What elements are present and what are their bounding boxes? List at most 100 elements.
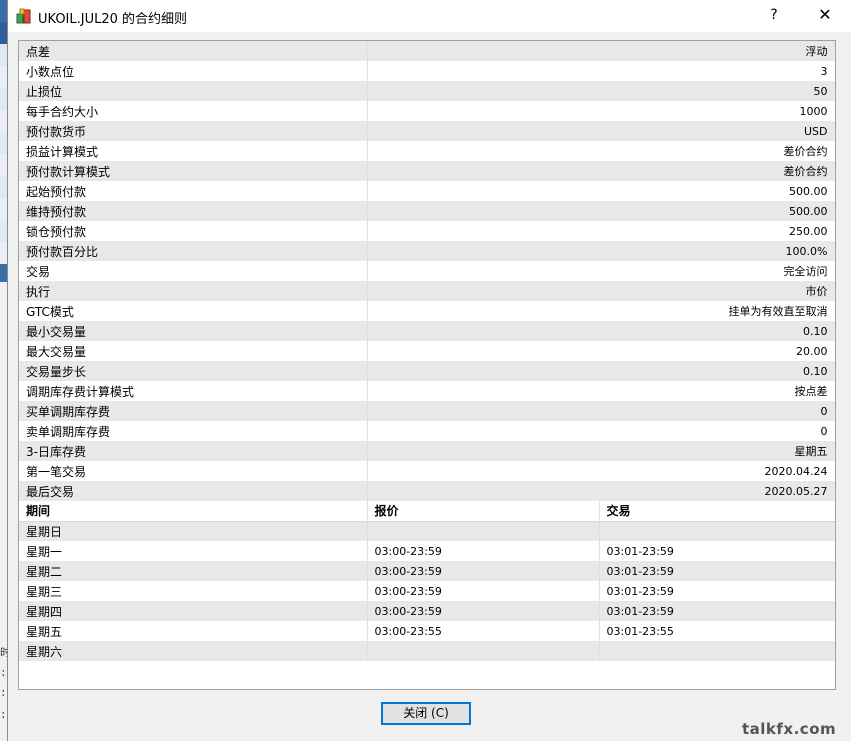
session-quote: 03:00-23:59 xyxy=(367,561,600,581)
session-row[interactable]: 星期日 xyxy=(19,521,835,541)
property-row[interactable]: 起始预付款 500.00 xyxy=(19,181,835,201)
property-key: 止损位 xyxy=(19,81,368,101)
property-row[interactable]: 损益计算模式 差价合约 xyxy=(19,141,835,161)
property-value: USD xyxy=(367,121,835,141)
property-key: 最后交易 xyxy=(19,481,368,501)
property-row[interactable]: 交易 完全访问 xyxy=(19,261,835,281)
property-value: 市价 xyxy=(367,281,835,301)
property-value: 250.00 xyxy=(367,221,835,241)
session-row[interactable]: 星期六 xyxy=(19,641,835,661)
session-trade: 03:01-23:59 xyxy=(599,581,835,601)
window-title: UKOIL.JUL20 的合约细则 xyxy=(38,12,188,27)
property-row[interactable]: 止损位 50 xyxy=(19,81,835,101)
property-key: 3-日库存费 xyxy=(19,441,368,461)
property-value: 按点差 xyxy=(367,381,835,401)
property-key: GTC模式 xyxy=(19,301,368,321)
property-key: 最大交易量 xyxy=(19,341,368,361)
session-day: 星期一 xyxy=(19,541,368,561)
close-icon[interactable]: ✕ xyxy=(804,0,846,30)
property-key: 买单调期库存费 xyxy=(19,401,368,421)
property-row[interactable]: 3-日库存费 星期五 xyxy=(19,441,835,461)
property-row[interactable]: 调期库存费计算模式 按点差 xyxy=(19,381,835,401)
property-row[interactable]: 卖单调期库存费 0 xyxy=(19,421,835,441)
property-value: 50 xyxy=(367,81,835,101)
watermark: talkfx.com xyxy=(742,720,837,738)
session-trade: 03:01-23:55 xyxy=(599,621,835,641)
property-key: 执行 xyxy=(19,281,368,301)
property-row[interactable]: 最后交易 2020.05.27 xyxy=(19,481,835,501)
session-day: 星期六 xyxy=(19,641,368,661)
session-trade: 03:01-23:59 xyxy=(599,601,835,621)
contract-specification-dialog: UKOIL.JUL20 的合约细则 ? ✕ 点差 浮动 小数点位 3 止损位 50 每手合约… xyxy=(7,0,851,741)
property-row[interactable]: 锁仓预付款 250.00 xyxy=(19,221,835,241)
property-key: 调期库存费计算模式 xyxy=(19,381,368,401)
sessions-header-row: 期间 报价 交易 xyxy=(19,501,835,522)
property-row[interactable]: 最大交易量 20.00 xyxy=(19,341,835,361)
session-quote xyxy=(367,521,600,541)
property-value: 0 xyxy=(367,401,835,421)
property-key: 交易 xyxy=(19,261,368,281)
property-row[interactable]: 执行 市价 xyxy=(19,281,835,301)
help-button[interactable]: ? xyxy=(756,0,792,30)
property-value: 500.00 xyxy=(367,201,835,221)
property-row[interactable]: 预付款货币 USD xyxy=(19,121,835,141)
property-key: 点差 xyxy=(19,41,368,61)
session-row[interactable]: 星期一 03:00-23:59 03:01-23:59 xyxy=(19,541,835,561)
background-fragment: : xyxy=(0,710,7,722)
property-row[interactable]: 最小交易量 0.10 xyxy=(19,321,835,341)
session-day: 星期五 xyxy=(19,621,368,641)
property-key: 卖单调期库存费 xyxy=(19,421,368,441)
sessions-column-header: 期间 xyxy=(19,501,368,522)
session-row[interactable]: 星期二 03:00-23:59 03:01-23:59 xyxy=(19,561,835,581)
title-bar: UKOIL.JUL20 的合约细则 ? ✕ xyxy=(8,0,851,32)
session-quote: 03:00-23:59 xyxy=(367,581,600,601)
sessions-column-header: 报价 xyxy=(367,501,600,522)
property-key: 预付款货币 xyxy=(19,121,368,141)
property-key: 预付款百分比 xyxy=(19,241,368,261)
session-day: 星期二 xyxy=(19,561,368,581)
session-trade xyxy=(599,521,835,541)
property-value: 差价合约 xyxy=(367,161,835,181)
session-day: 星期三 xyxy=(19,581,368,601)
property-value: 差价合约 xyxy=(367,141,835,161)
session-row[interactable]: 星期三 03:00-23:59 03:01-23:59 xyxy=(19,581,835,601)
session-quote: 03:00-23:59 xyxy=(367,601,600,621)
property-row[interactable]: 交易量步长 0.10 xyxy=(19,361,835,381)
property-row[interactable]: 小数点位 3 xyxy=(19,61,835,81)
property-row[interactable]: 第一笔交易 2020.04.24 xyxy=(19,461,835,481)
property-row[interactable]: 预付款计算模式 差价合约 xyxy=(19,161,835,181)
close-button[interactable]: 关闭 (C) xyxy=(381,702,471,725)
sessions-column-header: 交易 xyxy=(599,501,835,522)
property-value: 20.00 xyxy=(367,341,835,361)
property-row[interactable]: 维持预付款 500.00 xyxy=(19,201,835,221)
session-quote: 03:00-23:59 xyxy=(367,541,600,561)
property-key: 维持预付款 xyxy=(19,201,368,221)
session-day: 星期四 xyxy=(19,601,368,621)
property-value: 3 xyxy=(367,61,835,81)
property-row[interactable]: GTC模式 挂单为有效直至取消 xyxy=(19,301,835,321)
property-key: 小数点位 xyxy=(19,61,368,81)
property-value: 星期五 xyxy=(367,441,835,461)
property-value: 500.00 xyxy=(367,181,835,201)
properties-table: 点差 浮动 小数点位 3 止损位 50 每手合约大小 1000 预付款货币 USD 损益计算模式 差价… xyxy=(19,41,835,661)
property-value: 0 xyxy=(367,421,835,441)
property-value: 1000 xyxy=(367,101,835,121)
property-key: 最小交易量 xyxy=(19,321,368,341)
property-key: 锁仓预付款 xyxy=(19,221,368,241)
property-value: 挂单为有效直至取消 xyxy=(367,301,835,321)
property-row[interactable]: 每手合约大小 1000 xyxy=(19,101,835,121)
property-key: 损益计算模式 xyxy=(19,141,368,161)
property-value: 0.10 xyxy=(367,361,835,381)
property-value: 2020.05.27 xyxy=(367,481,835,501)
session-trade: 03:01-23:59 xyxy=(599,541,835,561)
session-row[interactable]: 星期四 03:00-23:59 03:01-23:59 xyxy=(19,601,835,621)
specification-table: 点差 浮动 小数点位 3 止损位 50 每手合约大小 1000 预付款货币 USD 损益计算模式 差价… xyxy=(18,40,836,690)
session-row[interactable]: 星期五 03:00-23:55 03:01-23:55 xyxy=(19,621,835,641)
property-row[interactable]: 买单调期库存费 0 xyxy=(19,401,835,421)
property-value: 0.10 xyxy=(367,321,835,341)
property-row[interactable]: 点差 浮动 xyxy=(19,41,835,61)
property-key: 起始预付款 xyxy=(19,181,368,201)
property-value: 浮动 xyxy=(367,41,835,61)
property-row[interactable]: 预付款百分比 100.0% xyxy=(19,241,835,261)
session-trade xyxy=(599,641,835,661)
